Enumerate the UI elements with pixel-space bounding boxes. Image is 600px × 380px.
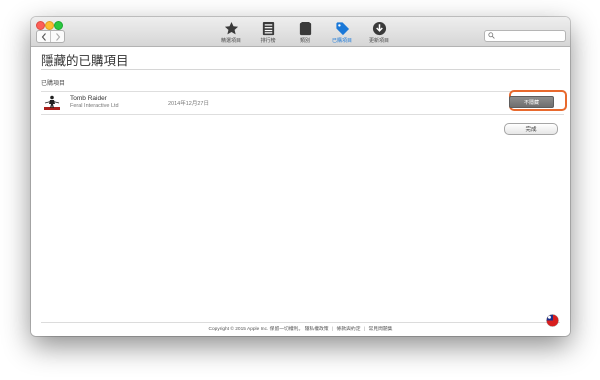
chevron-right-icon bbox=[55, 32, 60, 41]
footer-separator: | bbox=[331, 327, 334, 332]
star-icon bbox=[224, 21, 238, 35]
footer-link-faq[interactable]: 常見問題集 bbox=[368, 327, 392, 332]
purchased-item-row: Tomb Raider Feral Interactive Ltd 2014年1… bbox=[41, 90, 567, 115]
unhide-button[interactable]: 不隱藏 bbox=[509, 96, 554, 108]
zoom-window-button[interactable] bbox=[54, 21, 63, 30]
back-button[interactable] bbox=[37, 31, 50, 42]
tag-icon bbox=[335, 22, 349, 36]
app-developer: Feral Interactive Ltd bbox=[70, 103, 119, 109]
footer-copyright: Copyright © 2015 Apple Inc. 保留一切權利。 bbox=[208, 327, 304, 332]
footer-link-privacy[interactable]: 隱私權政策 bbox=[305, 327, 329, 332]
close-window-button[interactable] bbox=[36, 21, 45, 30]
main-content: 隱藏的已購項目 已購項目 Tomb Raider Feral Interacti… bbox=[31, 47, 570, 336]
footer-separator: | bbox=[363, 327, 366, 332]
taiwan-flag-icon[interactable] bbox=[546, 314, 559, 327]
done-button[interactable]: 完成 bbox=[504, 123, 558, 135]
list-icon bbox=[262, 21, 274, 36]
search-field[interactable] bbox=[484, 30, 566, 42]
tab-categories-label: 類別 bbox=[299, 38, 310, 44]
tab-top-charts-label: 排行榜 bbox=[260, 38, 276, 44]
footer: Copyright © 2015 Apple Inc. 保留一切權利。 隱私權政… bbox=[31, 325, 570, 332]
forward-button[interactable] bbox=[50, 31, 64, 42]
toolbar: 精選項目 排行榜 類別 已購項目 更新項目 bbox=[31, 17, 570, 47]
app-name: Tomb Raider bbox=[70, 95, 107, 102]
navigation-buttons bbox=[36, 30, 65, 43]
minimize-window-button[interactable] bbox=[45, 21, 54, 30]
search-icon bbox=[488, 32, 495, 39]
section-label: 已購項目 bbox=[41, 81, 66, 87]
footer-divider bbox=[41, 322, 560, 323]
download-icon bbox=[372, 21, 386, 36]
tab-top-charts[interactable]: 排行榜 bbox=[249, 19, 287, 46]
tomb-raider-app-icon[interactable] bbox=[43, 94, 61, 112]
tab-featured[interactable]: 精選項目 bbox=[212, 19, 250, 46]
categories-icon bbox=[299, 21, 311, 36]
tab-featured-label: 精選項目 bbox=[220, 38, 241, 44]
tab-categories[interactable]: 類別 bbox=[286, 19, 324, 46]
tab-purchased[interactable]: 已購項目 bbox=[323, 19, 361, 46]
chevron-left-icon bbox=[41, 32, 46, 41]
tab-updates[interactable]: 更新項目 bbox=[360, 19, 398, 46]
tab-updates-label: 更新項目 bbox=[368, 38, 389, 44]
tab-purchased-label: 已購項目 bbox=[331, 38, 352, 44]
page-title: 隱藏的已購項目 bbox=[41, 54, 129, 68]
footer-link-terms[interactable]: 條款與約定 bbox=[337, 327, 361, 332]
title-divider bbox=[41, 69, 560, 70]
purchase-date: 2014年12月27日 bbox=[168, 101, 209, 107]
app-store-window: 精選項目 排行榜 類別 已購項目 更新項目 隱藏的已購項目 已購項目 Tomb … bbox=[31, 17, 570, 336]
